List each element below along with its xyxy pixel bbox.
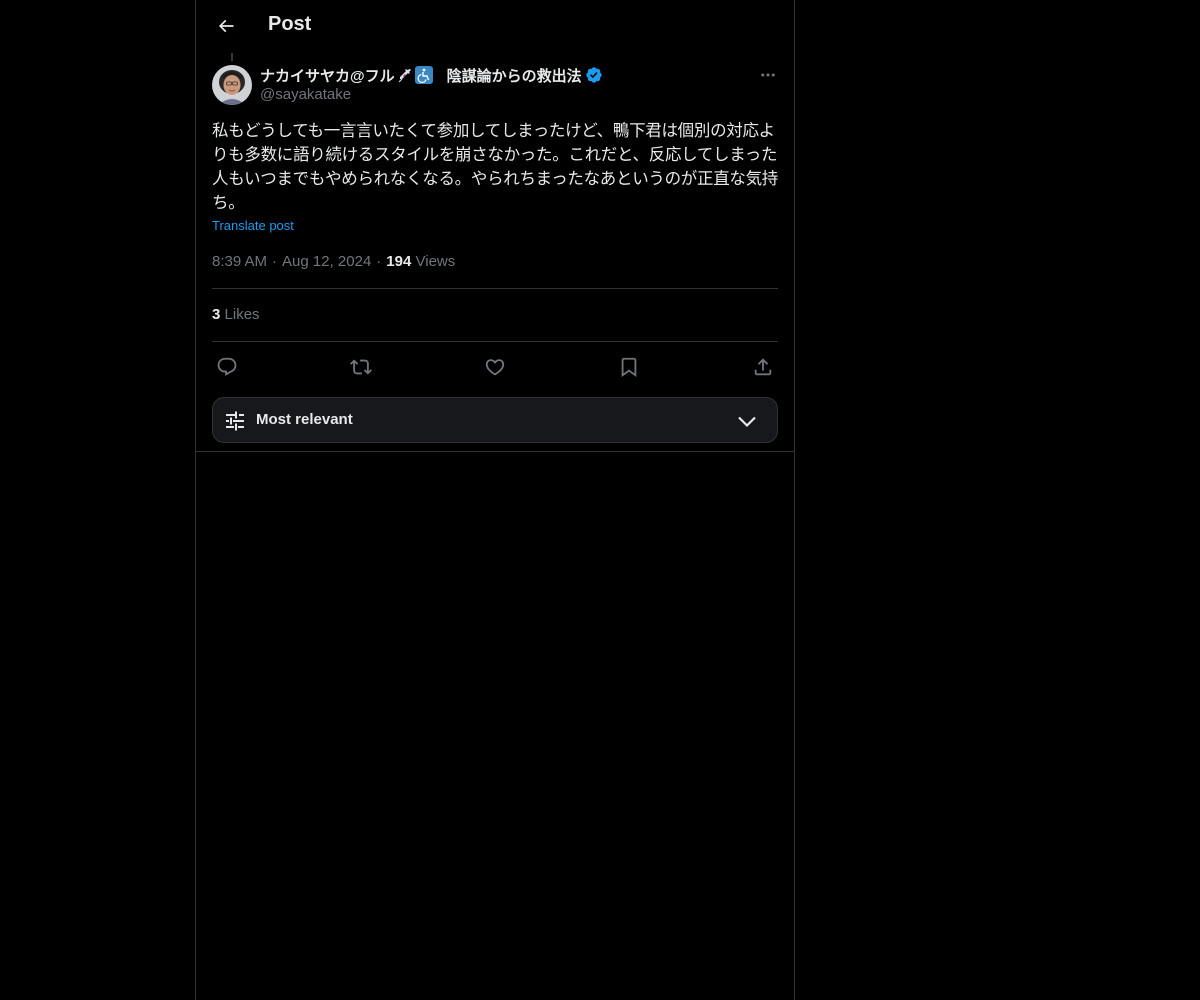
share-button[interactable] xyxy=(748,352,778,382)
author-name[interactable]: ナカイサヤカ@フル 陰謀論からの救出法 xyxy=(260,64,603,86)
post-time[interactable]: 8:39 AM xyxy=(212,253,267,270)
back-button[interactable] xyxy=(208,8,244,44)
heart-icon xyxy=(485,359,505,376)
divider xyxy=(212,288,778,289)
more-options-button[interactable] xyxy=(752,64,784,86)
syringe-icon xyxy=(396,66,414,84)
post-text: 私もどうしても一言言いたくて参加してしまったけど、鴨下君は個別の対応よりも多数に… xyxy=(212,121,779,212)
reply-icon xyxy=(217,357,237,376)
repost-icon xyxy=(350,359,372,375)
page-title: Post xyxy=(268,13,312,35)
share-icon xyxy=(754,358,772,376)
wheelchair-icon xyxy=(414,66,433,84)
likes-link[interactable]: 3 Likes xyxy=(212,306,260,323)
divider xyxy=(196,451,794,452)
divider xyxy=(212,341,778,342)
author-handle[interactable]: @sayakatake xyxy=(260,86,351,103)
author-name-suffix: 陰謀論からの救出法 xyxy=(446,67,582,85)
likes-count: 3 xyxy=(212,306,221,323)
translate-post-link[interactable]: Translate post xyxy=(212,218,294,233)
repost-button[interactable] xyxy=(346,352,376,382)
primary-column: Post ナカイサヤカ@フル 陰謀論からの救出法 @sayakatake 私もど… xyxy=(195,0,795,1000)
action-bar xyxy=(212,350,778,380)
views-label: Views xyxy=(415,253,456,270)
bookmark-button[interactable] xyxy=(614,352,644,382)
post-date[interactable]: Aug 12, 2024 xyxy=(282,253,371,270)
chevron-down-icon xyxy=(738,416,756,428)
verified-badge-icon xyxy=(585,66,603,84)
bookmark-icon xyxy=(621,357,637,378)
sort-label: Most relevant xyxy=(256,411,353,428)
reply-button[interactable] xyxy=(212,352,242,382)
author-display-name: ナカイサヤカ@フル xyxy=(260,67,395,85)
likes-label: Likes xyxy=(224,306,260,323)
page-header: Post xyxy=(196,0,794,53)
like-button[interactable] xyxy=(480,352,510,382)
more-horizontal-icon xyxy=(761,73,775,77)
post-metadata: 8:39 AM · Aug 12, 2024 · 194 Views xyxy=(212,253,456,270)
arrow-left-icon xyxy=(218,19,234,33)
sliders-icon xyxy=(226,411,244,431)
thread-connector-line xyxy=(231,53,233,61)
reply-sort-dropdown[interactable]: Most relevant xyxy=(212,397,778,443)
views-count: 194 xyxy=(386,253,412,270)
author-avatar[interactable] xyxy=(212,65,252,105)
